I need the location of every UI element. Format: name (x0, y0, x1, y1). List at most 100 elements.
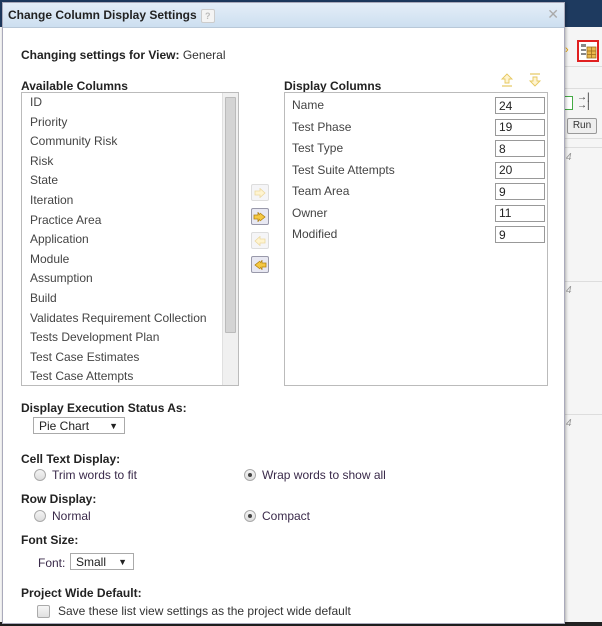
available-column-item[interactable]: Validates Requirement Collection (22, 309, 222, 329)
run-button[interactable]: Run (567, 118, 597, 134)
display-column-row[interactable]: Team Area (285, 181, 547, 203)
add-column-button[interactable] (251, 184, 269, 201)
row-divider (564, 414, 602, 415)
radio-trim-words[interactable]: Trim words to fit (34, 468, 137, 482)
available-column-item[interactable]: Practice Area (22, 211, 222, 231)
radio-label: Wrap words to show all (262, 468, 386, 482)
column-width-input[interactable] (495, 183, 545, 200)
project-default-checkbox[interactable] (37, 604, 50, 618)
display-column-name: Modified (292, 227, 338, 241)
move-up-icon[interactable] (500, 73, 514, 87)
display-column-row[interactable]: Test Type (285, 138, 547, 160)
change-column-display-dialog: Change Column Display Settings? ✕ Changi… (2, 2, 565, 624)
radio-label: Normal (52, 509, 91, 523)
display-columns-list[interactable]: Name Test Phase Test Type Test Suite Attemp… (284, 92, 548, 386)
radio-normal[interactable]: Normal (34, 509, 91, 523)
cell-value: 4 (566, 285, 572, 296)
column-width-input[interactable] (495, 118, 545, 136)
display-column-name: Test Suite Attempts (292, 162, 395, 177)
display-column-name: Team Area (292, 184, 350, 198)
row-divider (564, 88, 602, 89)
available-columns-label: Available Columns (21, 79, 128, 93)
available-column-item[interactable]: Iteration (22, 191, 222, 211)
cell-text-display-label: Cell Text Display: (21, 452, 121, 466)
column-width-input[interactable] (495, 161, 545, 179)
view-label: Changing settings for View: (21, 48, 180, 62)
row-display-label: Row Display: (21, 492, 97, 506)
available-column-item[interactable]: Tests Development Plan (22, 328, 222, 348)
scrollbar-thumb[interactable] (225, 97, 236, 333)
dropdown-arrow-icon: ▼ (118, 557, 127, 567)
display-column-name: Name (292, 98, 325, 112)
display-column-row[interactable]: Test Suite Attempts (285, 160, 547, 182)
arrow-icon: › (565, 44, 569, 56)
available-column-item[interactable]: State (22, 171, 222, 191)
available-column-item[interactable]: Priority (22, 113, 222, 133)
move-down-icon[interactable] (528, 73, 542, 87)
remove-all-columns-button[interactable] (251, 256, 269, 273)
available-column-item[interactable]: ID (22, 93, 222, 113)
radio-button[interactable] (34, 469, 46, 481)
display-column-row[interactable]: Owner (285, 203, 547, 225)
available-column-item[interactable]: Community Risk (22, 132, 222, 152)
radio-label: Trim words to fit (52, 468, 137, 482)
font-size-value: Small (76, 555, 107, 569)
radio-label: Compact (262, 509, 311, 523)
available-column-item[interactable]: Test Case Attempts (22, 367, 222, 385)
row-divider (564, 138, 602, 139)
display-column-row[interactable]: Modified (285, 224, 547, 246)
column-width-input[interactable] (495, 226, 545, 243)
column-settings-tool-button[interactable] (577, 40, 599, 62)
radio-button[interactable] (244, 469, 256, 481)
available-column-item[interactable]: Test Case Estimates (22, 348, 222, 368)
available-column-item[interactable]: Application (22, 230, 222, 250)
display-column-name: Test Type (292, 141, 344, 155)
font-label: Font: (38, 556, 66, 570)
double-arrow-right-icon (253, 211, 266, 222)
available-list-scrollbar[interactable] (222, 93, 238, 385)
row-divider (564, 147, 602, 148)
column-width-input[interactable] (495, 97, 545, 114)
display-column-name: Owner (292, 205, 328, 220)
close-icon[interactable]: ✕ (547, 7, 559, 21)
display-columns-label: Display Columns (284, 79, 382, 93)
font-size-select[interactable]: Small ▼ (70, 553, 134, 570)
radio-compact[interactable]: Compact (244, 509, 310, 523)
dialog-title-text: Change Column Display Settings (8, 8, 197, 22)
arrow-left-icon (254, 235, 266, 246)
dialog-title: Change Column Display Settings? (8, 8, 215, 23)
available-column-item[interactable]: Risk (22, 152, 222, 172)
radio-button[interactable] (34, 510, 46, 522)
display-column-row[interactable]: Name (285, 95, 547, 117)
table-settings-icon (581, 44, 597, 59)
available-column-item[interactable]: Build (22, 289, 222, 309)
radio-button[interactable] (244, 510, 256, 522)
arrow-right-icon (254, 187, 266, 198)
display-column-row[interactable]: Test Phase (285, 117, 547, 139)
font-size-label: Font Size: (21, 533, 79, 547)
project-default-checkbox-row[interactable]: Save these list view settings as the pro… (37, 604, 351, 618)
available-column-item[interactable]: Assumption (22, 269, 222, 289)
row-divider (564, 281, 602, 282)
view-name: General (182, 48, 226, 62)
display-column-name: Test Phase (292, 119, 352, 134)
checkbox-label: Save these list view settings as the pro… (58, 604, 351, 618)
remove-column-button[interactable] (251, 232, 269, 249)
execution-status-select[interactable]: Pie Chart ▼ (33, 417, 125, 434)
row-divider (564, 66, 602, 67)
help-icon[interactable]: ? (200, 8, 215, 23)
available-column-item[interactable]: Module (22, 250, 222, 270)
cell-value: 4 (566, 152, 572, 163)
available-columns-list[interactable]: ID Priority Community Risk Risk State Iterati… (21, 92, 239, 386)
column-width-input[interactable] (495, 140, 545, 157)
dialog-titlebar[interactable]: Change Column Display Settings? ✕ (3, 3, 564, 28)
double-arrow-left-icon (254, 259, 267, 270)
column-width-input[interactable] (495, 204, 545, 222)
execution-status-value: Pie Chart (39, 419, 90, 433)
cell-value: 4 (566, 418, 572, 429)
background-panel (563, 27, 602, 626)
radio-wrap-words[interactable]: Wrap words to show all (244, 468, 386, 482)
run-options-icon[interactable]: →| →| (577, 93, 590, 111)
dropdown-arrow-icon: ▼ (109, 421, 118, 431)
add-all-columns-button[interactable] (251, 208, 269, 225)
